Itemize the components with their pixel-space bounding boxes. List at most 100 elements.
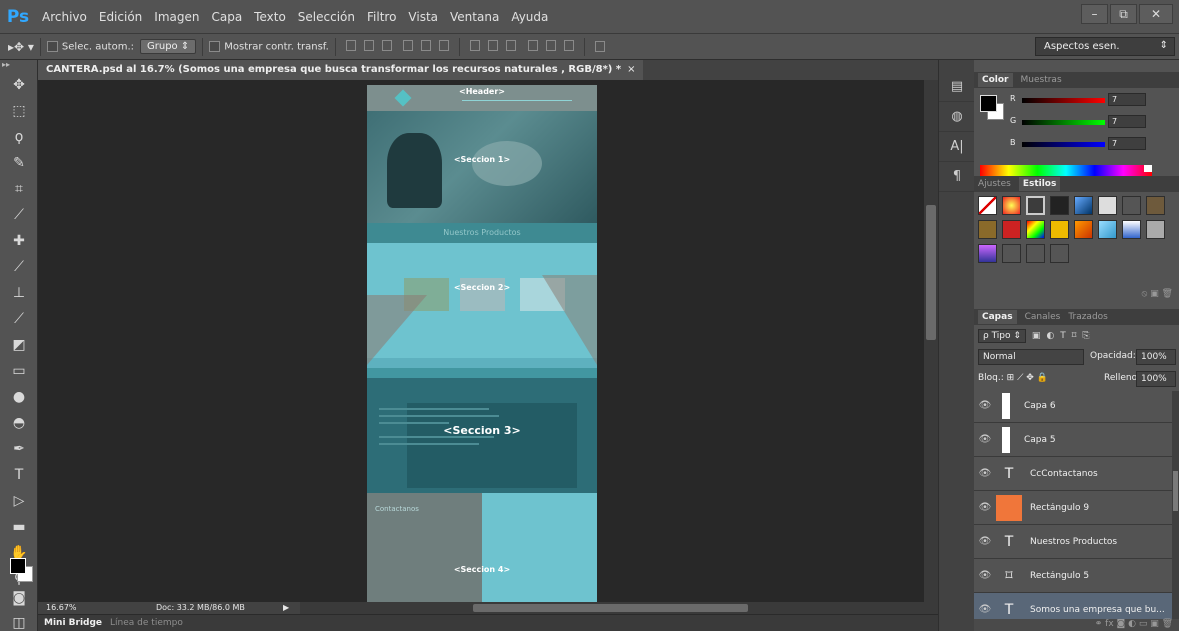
style-swatch[interactable] [1074, 220, 1093, 239]
layer-row[interactable]: 👁 ⌑ Rectángulo 5 [974, 559, 1172, 593]
layer-row[interactable]: 👁 Capa 5 [974, 423, 1172, 457]
section-1-slice[interactable]: <Seccion 1> [367, 111, 597, 223]
style-swatch[interactable] [1050, 196, 1069, 215]
style-swatch[interactable] [1026, 196, 1045, 215]
menu-archivo[interactable]: Archivo [36, 0, 93, 34]
auto-align-icon[interactable] [594, 41, 605, 52]
crop-tool-icon[interactable]: ⌗ [0, 176, 38, 202]
path-select-tool-icon[interactable]: ▷ [0, 488, 38, 514]
dodge-tool-icon[interactable]: ◓ [0, 410, 38, 436]
red-value[interactable]: 7 [1108, 93, 1146, 106]
style-swatch[interactable] [1098, 196, 1117, 215]
rectangle-tool-icon[interactable]: ▬ [0, 514, 38, 540]
workspace-dropdown[interactable]: Aspectos esen. ⇕ [1035, 37, 1175, 56]
section-4-slice[interactable]: Contactanos <Seccion 4> [367, 493, 597, 602]
visibility-eye-icon[interactable]: 👁 [974, 400, 996, 411]
tab-channels[interactable]: Canales [1025, 312, 1061, 322]
green-track[interactable] [1022, 120, 1105, 125]
lock-icons[interactable]: ⊞ ⟋ ✥ 🔒 [1007, 373, 1048, 383]
style-swatch[interactable] [1002, 196, 1021, 215]
layer-kind-filter[interactable]: ρ Tipo ⇕ [978, 329, 1026, 343]
auto-select-dropdown[interactable]: Grupo ⇕ [140, 39, 197, 54]
distribute-bottom-icon[interactable] [506, 39, 517, 51]
history-panel-icon[interactable]: ▤ [939, 72, 975, 102]
white-swatch[interactable] [1144, 165, 1152, 172]
red-track[interactable] [1022, 98, 1105, 103]
opacity-input[interactable]: 100% [1136, 349, 1176, 365]
visibility-eye-icon[interactable]: 👁 [974, 604, 996, 615]
eyedropper-tool-icon[interactable]: ⟋ [0, 202, 38, 228]
layers-scroll-thumb[interactable] [1173, 471, 1178, 511]
quick-select-tool-icon[interactable]: ✎ [0, 150, 38, 176]
stamp-tool-icon[interactable]: ⊥ [0, 280, 38, 306]
align-center-icon[interactable] [421, 39, 432, 51]
align-middle-icon[interactable] [363, 39, 374, 51]
green-slider[interactable]: G 7 [1010, 115, 1175, 130]
layer-row[interactable]: 👁 T Nuestros Productos [974, 525, 1172, 559]
style-swatch[interactable] [1098, 220, 1117, 239]
align-left-icon[interactable] [403, 39, 414, 51]
style-swatch[interactable] [1122, 220, 1141, 239]
auto-select-checkbox[interactable]: Selec. autom.: [46, 40, 134, 52]
style-swatch[interactable] [978, 220, 997, 239]
style-swatch[interactable] [978, 244, 997, 263]
canvas-area[interactable]: <Header> <Seccion 1> Nuestros Productos … [38, 80, 924, 602]
tab-adjustments[interactable]: Ajustes [978, 179, 1011, 189]
tab-mini-bridge[interactable]: Mini Bridge [44, 618, 102, 628]
style-swatch[interactable] [1146, 220, 1165, 239]
type-tool-icon[interactable]: T [0, 462, 38, 488]
style-swatch[interactable] [1026, 244, 1045, 263]
distribute-center-icon[interactable] [545, 39, 556, 51]
distribute-top-icon[interactable] [470, 39, 481, 51]
style-swatch[interactable] [1146, 196, 1165, 215]
gradient-tool-icon[interactable]: ▭ [0, 358, 38, 384]
tab-styles[interactable]: Estilos [1018, 177, 1061, 191]
layer-row[interactable]: 👁 Capa 6 [974, 391, 1172, 423]
tab-color[interactable]: Color [978, 73, 1013, 87]
styles-footer-icons[interactable]: ⦸ ▣ 🗑 [1141, 289, 1173, 299]
quick-mask-icon[interactable]: ◙ [0, 585, 38, 611]
character-panel-icon[interactable]: A| [939, 132, 975, 162]
visibility-eye-icon[interactable]: 👁 [974, 502, 996, 513]
horizontal-scroll-thumb[interactable] [473, 604, 748, 612]
menu-seleccion[interactable]: Selección [292, 0, 361, 34]
blue-value[interactable]: 7 [1108, 137, 1146, 150]
foreground-color-swatch[interactable] [10, 558, 26, 574]
horizontal-scrollbar[interactable] [300, 602, 938, 614]
brush-tool-icon[interactable]: ⟋ [0, 254, 38, 280]
green-value[interactable]: 7 [1108, 115, 1146, 128]
menu-texto[interactable]: Texto [248, 0, 292, 34]
eraser-tool-icon[interactable]: ◩ [0, 332, 38, 358]
move-tool-icon[interactable]: ▸✥ ▾ [8, 40, 34, 54]
style-swatch[interactable] [1122, 196, 1141, 215]
menu-vista[interactable]: Vista [402, 0, 444, 34]
minimize-button[interactable]: – [1081, 4, 1108, 24]
section-3-slice[interactable]: <Seccion 3> [367, 368, 597, 493]
style-swatch[interactable] [978, 196, 997, 215]
status-menu-arrow-icon[interactable]: ▶ [283, 602, 289, 614]
tab-timeline[interactable]: Línea de tiempo [110, 618, 183, 628]
properties-panel-icon[interactable]: ◍ [939, 102, 975, 132]
tab-paths[interactable]: Trazados [1068, 312, 1108, 322]
close-tab-icon[interactable]: × [627, 64, 635, 75]
layer-row[interactable]: 👁 T Somos una empresa que bu... [974, 593, 1172, 619]
visibility-eye-icon[interactable]: 👁 [974, 536, 996, 547]
distribute-left-icon[interactable] [527, 39, 538, 51]
style-swatch[interactable] [1050, 244, 1069, 263]
style-swatch[interactable] [1074, 196, 1093, 215]
restore-button[interactable]: ⧉ [1110, 4, 1137, 24]
filter-pixel-icon[interactable]: ▣ [1032, 331, 1041, 341]
healing-tool-icon[interactable]: ✚ [0, 228, 38, 254]
menu-filtro[interactable]: Filtro [361, 0, 402, 34]
filter-shape-icon[interactable]: ⌑ [1072, 331, 1077, 341]
move-tool-icon[interactable]: ✥ [0, 72, 38, 98]
blue-track[interactable] [1022, 142, 1105, 147]
menu-imagen[interactable]: Imagen [148, 0, 205, 34]
layers-footer-icons[interactable]: ⚭ fx ◙ ◐ ▭ ▣ 🗑 [974, 619, 1179, 631]
collapse-icon[interactable]: ▸▸ [0, 60, 37, 72]
distribute-middle-icon[interactable] [488, 39, 499, 51]
artboard[interactable]: <Header> <Seccion 1> Nuestros Productos … [367, 85, 597, 602]
menu-capa[interactable]: Capa [205, 0, 248, 34]
align-top-icon[interactable] [345, 39, 356, 51]
style-swatch[interactable] [1002, 244, 1021, 263]
